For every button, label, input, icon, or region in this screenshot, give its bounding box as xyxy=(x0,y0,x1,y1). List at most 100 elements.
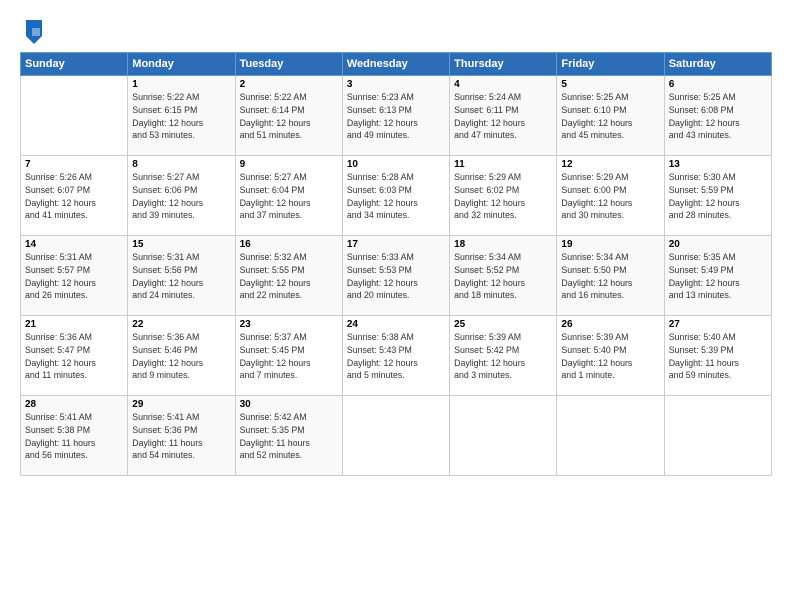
day-number: 19 xyxy=(561,239,659,250)
header-friday: Friday xyxy=(557,53,664,76)
calendar-cell: 6Sunrise: 5:25 AM Sunset: 6:08 PM Daylig… xyxy=(664,76,771,156)
header-tuesday: Tuesday xyxy=(235,53,342,76)
day-info: Sunrise: 5:37 AM Sunset: 5:45 PM Dayligh… xyxy=(240,331,338,382)
day-info: Sunrise: 5:31 AM Sunset: 5:56 PM Dayligh… xyxy=(132,251,230,302)
calendar-week-5: 28Sunrise: 5:41 AM Sunset: 5:38 PM Dayli… xyxy=(21,396,772,476)
calendar-cell: 19Sunrise: 5:34 AM Sunset: 5:50 PM Dayli… xyxy=(557,236,664,316)
calendar-cell xyxy=(342,396,449,476)
day-number: 4 xyxy=(454,79,552,90)
day-info: Sunrise: 5:42 AM Sunset: 5:35 PM Dayligh… xyxy=(240,411,338,462)
day-info: Sunrise: 5:25 AM Sunset: 6:10 PM Dayligh… xyxy=(561,91,659,142)
day-number: 1 xyxy=(132,79,230,90)
day-number: 17 xyxy=(347,239,445,250)
day-info: Sunrise: 5:27 AM Sunset: 6:06 PM Dayligh… xyxy=(132,171,230,222)
day-info: Sunrise: 5:28 AM Sunset: 6:03 PM Dayligh… xyxy=(347,171,445,222)
day-number: 30 xyxy=(240,399,338,410)
day-number: 12 xyxy=(561,159,659,170)
day-number: 9 xyxy=(240,159,338,170)
day-number: 8 xyxy=(132,159,230,170)
day-number: 5 xyxy=(561,79,659,90)
calendar-week-2: 7Sunrise: 5:26 AM Sunset: 6:07 PM Daylig… xyxy=(21,156,772,236)
day-info: Sunrise: 5:34 AM Sunset: 5:52 PM Dayligh… xyxy=(454,251,552,302)
day-number: 28 xyxy=(25,399,123,410)
day-number: 23 xyxy=(240,319,338,330)
day-info: Sunrise: 5:40 AM Sunset: 5:39 PM Dayligh… xyxy=(669,331,767,382)
calendar-cell: 14Sunrise: 5:31 AM Sunset: 5:57 PM Dayli… xyxy=(21,236,128,316)
day-number: 13 xyxy=(669,159,767,170)
day-info: Sunrise: 5:27 AM Sunset: 6:04 PM Dayligh… xyxy=(240,171,338,222)
day-number: 25 xyxy=(454,319,552,330)
calendar-cell: 10Sunrise: 5:28 AM Sunset: 6:03 PM Dayli… xyxy=(342,156,449,236)
calendar-cell: 28Sunrise: 5:41 AM Sunset: 5:38 PM Dayli… xyxy=(21,396,128,476)
calendar-cell: 12Sunrise: 5:29 AM Sunset: 6:00 PM Dayli… xyxy=(557,156,664,236)
calendar-header-row: SundayMondayTuesdayWednesdayThursdayFrid… xyxy=(21,53,772,76)
day-info: Sunrise: 5:39 AM Sunset: 5:42 PM Dayligh… xyxy=(454,331,552,382)
calendar-cell: 8Sunrise: 5:27 AM Sunset: 6:06 PM Daylig… xyxy=(128,156,235,236)
day-info: Sunrise: 5:23 AM Sunset: 6:13 PM Dayligh… xyxy=(347,91,445,142)
header xyxy=(20,16,772,46)
calendar-cell: 20Sunrise: 5:35 AM Sunset: 5:49 PM Dayli… xyxy=(664,236,771,316)
calendar-cell: 21Sunrise: 5:36 AM Sunset: 5:47 PM Dayli… xyxy=(21,316,128,396)
calendar-cell: 1Sunrise: 5:22 AM Sunset: 6:15 PM Daylig… xyxy=(128,76,235,156)
calendar-cell xyxy=(450,396,557,476)
calendar-cell: 24Sunrise: 5:38 AM Sunset: 5:43 PM Dayli… xyxy=(342,316,449,396)
logo-icon xyxy=(22,18,44,46)
day-number: 16 xyxy=(240,239,338,250)
day-info: Sunrise: 5:38 AM Sunset: 5:43 PM Dayligh… xyxy=(347,331,445,382)
calendar-cell: 18Sunrise: 5:34 AM Sunset: 5:52 PM Dayli… xyxy=(450,236,557,316)
page: SundayMondayTuesdayWednesdayThursdayFrid… xyxy=(0,0,792,612)
calendar-cell: 27Sunrise: 5:40 AM Sunset: 5:39 PM Dayli… xyxy=(664,316,771,396)
day-number: 29 xyxy=(132,399,230,410)
calendar-cell: 15Sunrise: 5:31 AM Sunset: 5:56 PM Dayli… xyxy=(128,236,235,316)
day-info: Sunrise: 5:41 AM Sunset: 5:36 PM Dayligh… xyxy=(132,411,230,462)
day-info: Sunrise: 5:32 AM Sunset: 5:55 PM Dayligh… xyxy=(240,251,338,302)
calendar-week-1: 1Sunrise: 5:22 AM Sunset: 6:15 PM Daylig… xyxy=(21,76,772,156)
day-info: Sunrise: 5:29 AM Sunset: 6:00 PM Dayligh… xyxy=(561,171,659,222)
calendar-cell: 30Sunrise: 5:42 AM Sunset: 5:35 PM Dayli… xyxy=(235,396,342,476)
day-number: 2 xyxy=(240,79,338,90)
day-info: Sunrise: 5:22 AM Sunset: 6:14 PM Dayligh… xyxy=(240,91,338,142)
calendar-week-4: 21Sunrise: 5:36 AM Sunset: 5:47 PM Dayli… xyxy=(21,316,772,396)
calendar-cell: 26Sunrise: 5:39 AM Sunset: 5:40 PM Dayli… xyxy=(557,316,664,396)
day-info: Sunrise: 5:35 AM Sunset: 5:49 PM Dayligh… xyxy=(669,251,767,302)
header-thursday: Thursday xyxy=(450,53,557,76)
calendar-cell: 13Sunrise: 5:30 AM Sunset: 5:59 PM Dayli… xyxy=(664,156,771,236)
calendar-cell: 23Sunrise: 5:37 AM Sunset: 5:45 PM Dayli… xyxy=(235,316,342,396)
header-saturday: Saturday xyxy=(664,53,771,76)
day-number: 15 xyxy=(132,239,230,250)
day-number: 27 xyxy=(669,319,767,330)
header-wednesday: Wednesday xyxy=(342,53,449,76)
calendar-cell: 17Sunrise: 5:33 AM Sunset: 5:53 PM Dayli… xyxy=(342,236,449,316)
day-number: 24 xyxy=(347,319,445,330)
day-info: Sunrise: 5:31 AM Sunset: 5:57 PM Dayligh… xyxy=(25,251,123,302)
day-info: Sunrise: 5:29 AM Sunset: 6:02 PM Dayligh… xyxy=(454,171,552,222)
calendar-week-3: 14Sunrise: 5:31 AM Sunset: 5:57 PM Dayli… xyxy=(21,236,772,316)
day-info: Sunrise: 5:24 AM Sunset: 6:11 PM Dayligh… xyxy=(454,91,552,142)
calendar-cell: 22Sunrise: 5:36 AM Sunset: 5:46 PM Dayli… xyxy=(128,316,235,396)
calendar-table: SundayMondayTuesdayWednesdayThursdayFrid… xyxy=(20,52,772,476)
day-info: Sunrise: 5:36 AM Sunset: 5:47 PM Dayligh… xyxy=(25,331,123,382)
day-info: Sunrise: 5:30 AM Sunset: 5:59 PM Dayligh… xyxy=(669,171,767,222)
calendar-cell xyxy=(21,76,128,156)
day-number: 20 xyxy=(669,239,767,250)
day-number: 6 xyxy=(669,79,767,90)
day-info: Sunrise: 5:26 AM Sunset: 6:07 PM Dayligh… xyxy=(25,171,123,222)
calendar-cell: 3Sunrise: 5:23 AM Sunset: 6:13 PM Daylig… xyxy=(342,76,449,156)
day-info: Sunrise: 5:41 AM Sunset: 5:38 PM Dayligh… xyxy=(25,411,123,462)
day-number: 22 xyxy=(132,319,230,330)
day-info: Sunrise: 5:25 AM Sunset: 6:08 PM Dayligh… xyxy=(669,91,767,142)
calendar-cell: 4Sunrise: 5:24 AM Sunset: 6:11 PM Daylig… xyxy=(450,76,557,156)
day-info: Sunrise: 5:33 AM Sunset: 5:53 PM Dayligh… xyxy=(347,251,445,302)
day-info: Sunrise: 5:22 AM Sunset: 6:15 PM Dayligh… xyxy=(132,91,230,142)
calendar-cell xyxy=(664,396,771,476)
day-info: Sunrise: 5:39 AM Sunset: 5:40 PM Dayligh… xyxy=(561,331,659,382)
header-monday: Monday xyxy=(128,53,235,76)
calendar-cell: 7Sunrise: 5:26 AM Sunset: 6:07 PM Daylig… xyxy=(21,156,128,236)
calendar-cell: 29Sunrise: 5:41 AM Sunset: 5:36 PM Dayli… xyxy=(128,396,235,476)
calendar-cell: 11Sunrise: 5:29 AM Sunset: 6:02 PM Dayli… xyxy=(450,156,557,236)
day-info: Sunrise: 5:36 AM Sunset: 5:46 PM Dayligh… xyxy=(132,331,230,382)
day-number: 21 xyxy=(25,319,123,330)
logo xyxy=(20,20,44,46)
day-info: Sunrise: 5:34 AM Sunset: 5:50 PM Dayligh… xyxy=(561,251,659,302)
calendar-cell: 2Sunrise: 5:22 AM Sunset: 6:14 PM Daylig… xyxy=(235,76,342,156)
